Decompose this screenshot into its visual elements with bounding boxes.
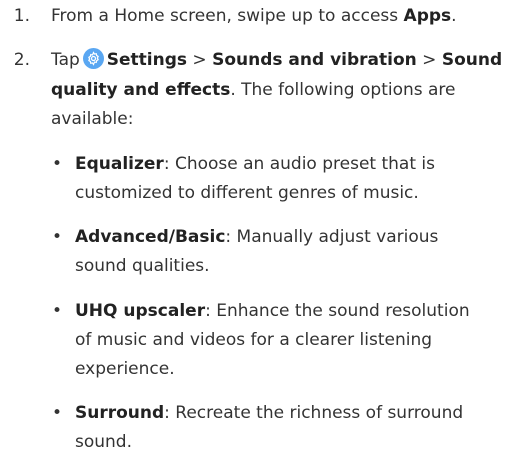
step-number: 1. bbox=[13, 6, 30, 26]
bullet: • bbox=[52, 403, 63, 423]
option-name: Surround bbox=[75, 403, 165, 423]
option-name: Advanced/Basic bbox=[75, 227, 226, 247]
instructions-document: 1. From a Home screen, swipe up to acces… bbox=[0, 0, 507, 472]
sounds-label: Sounds and vibration bbox=[212, 50, 417, 70]
bullet: • bbox=[52, 227, 63, 247]
option-line: experience. bbox=[75, 359, 175, 379]
option-name: Equalizer bbox=[75, 154, 164, 174]
bullet: • bbox=[52, 301, 63, 321]
step-text-line-3: available: bbox=[51, 109, 134, 129]
step-text-line-2: quality and effects. The following optio… bbox=[51, 80, 456, 100]
quality-label: quality and effects bbox=[51, 80, 231, 100]
option-name: UHQ upscaler bbox=[75, 301, 206, 321]
option-line: Advanced/Basic: Manually adjust various bbox=[75, 227, 439, 247]
option-line: Surround: Recreate the richness of surro… bbox=[75, 403, 464, 423]
option-line: customized to different genres of music. bbox=[75, 183, 419, 203]
apps-label: Apps bbox=[403, 6, 452, 26]
bullet: • bbox=[52, 154, 63, 174]
option-line: of music and videos for a clearer listen… bbox=[75, 330, 433, 350]
step-text: From a Home screen, swipe up to access A… bbox=[51, 6, 457, 26]
settings-gear-icon bbox=[82, 48, 104, 69]
option-line: Equalizer: Choose an audio preset that i… bbox=[75, 154, 435, 174]
option-line: sound qualities. bbox=[75, 256, 210, 276]
option-line: UHQ upscaler: Enhance the sound resoluti… bbox=[75, 301, 470, 321]
step-text-line-1: Tap Settings > Sounds and vibration > Sou… bbox=[51, 48, 503, 70]
sound-label: Sound bbox=[441, 50, 503, 70]
step-number: 2. bbox=[13, 50, 30, 70]
settings-label: Settings bbox=[106, 50, 188, 70]
option-line: sound. bbox=[75, 432, 133, 452]
